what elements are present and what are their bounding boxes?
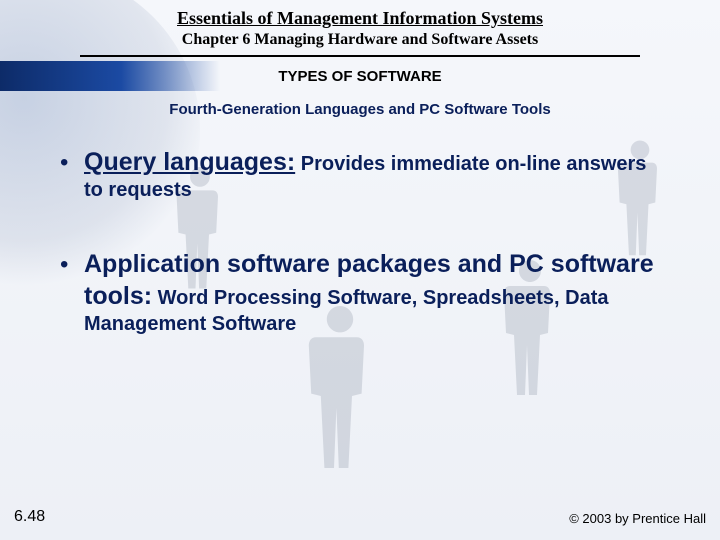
slide-header: Essentials of Management Information Sys… (0, 0, 720, 57)
bullet-rest: Word Processing Software, Spreadsheets, … (84, 287, 608, 335)
book-title: Essentials of Management Information Sys… (0, 8, 720, 29)
slide-content: Query languages: Provides immediate on-l… (0, 118, 720, 337)
copyright: © 2003 by Prentice Hall (569, 511, 706, 526)
bullet-item: Query languages: Provides immediate on-l… (56, 146, 664, 204)
section-bar-accent (0, 61, 220, 91)
section-title: TYPES OF SOFTWARE (278, 68, 441, 85)
bullet-lead: Query languages: (84, 148, 295, 176)
page-number: 6.48 (14, 508, 45, 526)
section-bar: TYPES OF SOFTWARE (0, 61, 720, 91)
chapter-title: Chapter 6 Managing Hardware and Software… (0, 31, 720, 49)
divider (80, 55, 640, 57)
slide-subtitle: Fourth-Generation Languages and PC Softw… (0, 101, 720, 118)
bullet-item: Application software packages and PC sof… (56, 248, 664, 338)
